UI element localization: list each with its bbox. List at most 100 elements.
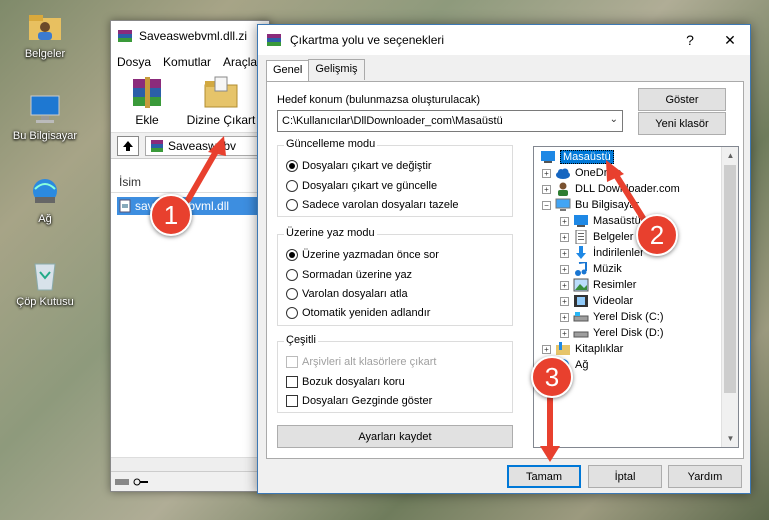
tree-item-drive-d[interactable]: + Yerel Disk (D:) — [560, 325, 664, 341]
menu-file[interactable]: Dosya — [117, 55, 151, 69]
checkbox-extract-to-subfolders[interactable]: Arşivleri alt klasörlere çıkart — [286, 356, 436, 368]
dialog-title-bar[interactable]: Çıkartma yolu ve seçenekleri ? ✕ — [258, 25, 750, 55]
chevron-down-icon[interactable]: ⌄ — [610, 114, 618, 125]
expander[interactable]: + — [560, 296, 569, 306]
title-bar[interactable]: Saveaswebvml.dll.zi — [111, 21, 269, 51]
checkbox[interactable] — [286, 395, 298, 407]
option-label: Sormadan üzerine yaz — [302, 269, 413, 281]
drive-icon — [573, 331, 589, 338]
extract-to-button[interactable]: Dizine Çıkart — [181, 73, 261, 132]
desktop-icon-recycle-bin[interactable]: Çöp Kutusu — [5, 258, 85, 308]
cancel-button[interactable]: İptal — [588, 465, 662, 488]
tree-item-documents[interactable]: + Belgeler — [560, 229, 633, 245]
option-label: Üzerine yazmadan önce sor — [302, 249, 439, 261]
expander[interactable]: + — [560, 264, 569, 274]
expander[interactable]: + — [542, 184, 551, 194]
menu-tools[interactable]: Araçla — [223, 55, 257, 69]
column-header-name[interactable]: İsim — [111, 171, 269, 193]
desktop-icon-documents[interactable]: Belgeler — [5, 10, 85, 60]
expander[interactable]: + — [560, 312, 569, 322]
radio-overwrite-without-prompt[interactable]: Sormadan üzerine yaz — [286, 269, 412, 281]
checkbox-show-in-explorer[interactable]: Dosyaları Gezginde göster — [286, 395, 432, 407]
expander[interactable]: + — [542, 168, 551, 178]
tree-label: Masaüstü — [593, 215, 641, 227]
tree-item-drive-c[interactable]: + Yerel Disk (C:) — [560, 309, 664, 325]
tree-item-libraries[interactable]: + Kitaplıklar — [542, 341, 623, 357]
radio-button[interactable] — [286, 269, 298, 281]
radio-extract-replace[interactable]: Dosyaları çıkart ve değiştir — [286, 160, 432, 172]
expander[interactable]: − — [542, 200, 551, 210]
show-button[interactable]: Göster — [638, 88, 726, 111]
radio-button[interactable] — [286, 307, 298, 319]
option-label: Otomatik yeniden adlandır — [302, 307, 431, 319]
checkbox[interactable] — [286, 356, 298, 368]
horizontal-scrollbar[interactable] — [111, 457, 269, 471]
radio-auto-rename[interactable]: Otomatik yeniden adlandır — [286, 307, 430, 319]
new-folder-button[interactable]: Yeni klasör — [638, 112, 726, 135]
tree-item-user[interactable]: + DLL Downloader.com — [542, 181, 680, 197]
checkbox-keep-broken-files[interactable]: Bozuk dosyaları koru — [286, 376, 405, 388]
archive-icon — [151, 139, 163, 152]
winrar-main-window: Saveaswebvml.dll.zi Dosya Komutlar Araçl… — [110, 20, 270, 492]
menu-commands[interactable]: Komutlar — [163, 55, 211, 69]
expander[interactable]: + — [560, 280, 569, 290]
misc-title: Çeşitli — [284, 334, 318, 346]
tree-label: OneDrive — [575, 167, 622, 179]
radio-ask-before-overwrite[interactable]: Üzerine yazmadan önce sor — [286, 249, 439, 261]
tree-label: Ağ — [575, 359, 589, 371]
status-bar — [111, 471, 269, 491]
tree-item-downloads[interactable]: + İndirilenler — [560, 245, 644, 261]
radio-extract-update[interactable]: Dosyaları çıkart ve güncelle — [286, 180, 437, 192]
up-folder-button[interactable] — [117, 135, 139, 156]
radio-button[interactable] — [286, 288, 298, 300]
annotation-badge-3: 3 — [531, 356, 573, 398]
radio-skip-existing[interactable]: Varolan dosyaları atla — [286, 288, 408, 300]
dll-file-icon — [119, 199, 131, 213]
scroll-down-icon[interactable]: ▼ — [722, 430, 738, 447]
tree-item-videos[interactable]: + Videolar — [560, 293, 633, 309]
radio-button[interactable] — [286, 199, 298, 211]
expander[interactable]: + — [560, 216, 569, 226]
tree-item-music[interactable]: + Müzik — [560, 261, 622, 277]
add-button[interactable]: Ekle — [119, 73, 175, 132]
desktop-icon-this-pc[interactable]: Bu Bilgisayar — [5, 92, 85, 142]
drive-icon — [573, 312, 589, 322]
radio-button[interactable] — [286, 160, 298, 172]
destination-label: Hedef konum (bulunmazsa oluşturulacak) — [277, 94, 480, 106]
tree-item-onedrive[interactable]: + OneDrive — [542, 165, 621, 181]
radio-button[interactable] — [286, 180, 298, 192]
checkbox[interactable] — [286, 376, 298, 388]
tree-item-pictures[interactable]: + Resimler — [560, 277, 636, 293]
tab-advanced[interactable]: Gelişmiş — [308, 59, 365, 80]
destination-path-combo[interactable]: C:\Kullanıcılar\DllDownloader_com\Masaüs… — [277, 110, 623, 132]
help-button[interactable]: Yardım — [668, 465, 742, 488]
expander[interactable]: + — [560, 328, 569, 338]
expander[interactable]: + — [542, 344, 551, 354]
radio-freshen-existing[interactable]: Sadece varolan dosyaları tazele — [286, 199, 459, 211]
desktop-icon — [541, 151, 555, 163]
ok-button[interactable]: Tamam — [507, 465, 581, 488]
tab-general[interactable]: Genel — [266, 60, 310, 81]
help-title-button[interactable]: ? — [670, 25, 710, 55]
expander[interactable]: + — [560, 248, 569, 258]
recycle-bin-icon — [34, 263, 56, 291]
address-field[interactable]: Saveaswebv — [145, 135, 269, 156]
desktop-icon-network[interactable]: Ağ — [5, 175, 85, 225]
toolbar: Ekle Dizine Çıkart — [111, 73, 269, 133]
network-icon — [33, 179, 57, 203]
general-tab-panel: Hedef konum (bulunmazsa oluşturulacak) C… — [266, 81, 744, 459]
overwrite-mode-title: Üzerine yaz modu — [284, 227, 377, 239]
save-settings-button[interactable]: Ayarları kaydet — [277, 425, 513, 448]
tree-item-desktop[interactable]: Masaüstü — [540, 149, 614, 165]
winrar-app-icon — [267, 34, 281, 46]
tree-vertical-scrollbar[interactable]: ▲ ▼ — [721, 147, 738, 447]
tree-item-pc-desktop[interactable]: + Masaüstü — [560, 213, 641, 229]
expander[interactable]: + — [560, 232, 569, 242]
scroll-up-icon[interactable]: ▲ — [722, 147, 738, 164]
music-icon — [575, 262, 587, 276]
scroll-thumb[interactable] — [724, 165, 736, 393]
folder-tree[interactable]: Masaüstü + OneDrive + DLL Downloader.com… — [533, 146, 739, 448]
tree-item-this-pc[interactable]: − Bu Bilgisayar — [542, 197, 639, 213]
close-button[interactable]: ✕ — [710, 25, 750, 55]
radio-button[interactable] — [286, 249, 298, 261]
